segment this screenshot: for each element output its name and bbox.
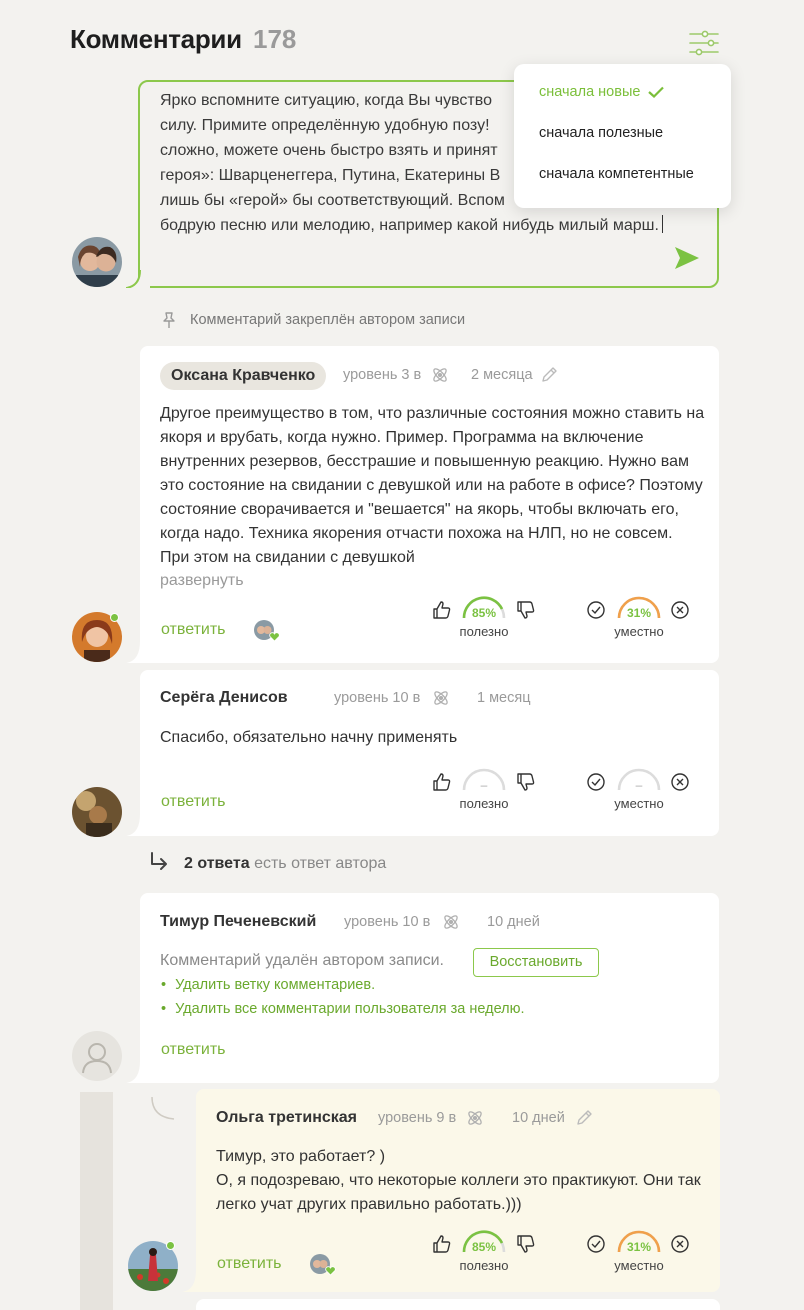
deleted-notice: Комментарий удалён автором записи. (160, 952, 444, 969)
delete-user-comments-link[interactable]: Удалить все комментарии пользователя за … (161, 1001, 524, 1017)
cross-circle-icon[interactable] (670, 600, 690, 620)
comment-text: Тимур, это работает? ) О, я подозреваю, … (216, 1148, 701, 1213)
thumbs-down-icon[interactable] (516, 600, 536, 620)
author-level: уровень 9 в (378, 1110, 457, 1126)
relevant-value: 31% (626, 606, 652, 620)
restore-button[interactable]: Восстановить (473, 948, 599, 977)
card-tail (182, 1270, 204, 1292)
default-avatar[interactable] (72, 1031, 122, 1081)
thread-line (80, 1092, 113, 1310)
useful-label: полезно (459, 1258, 509, 1273)
delete-thread-link[interactable]: Удалить ветку комментариев. (161, 977, 375, 993)
sort-newest[interactable]: сначала новые (539, 84, 665, 100)
thumbs-up-icon[interactable] (432, 1234, 452, 1254)
replies-toggle[interactable]: 2 ответа есть ответ автора (184, 855, 386, 873)
author-level: уровень 10 в (334, 690, 421, 706)
author-name[interactable]: Тимур Печеневский (160, 913, 316, 931)
atom-icon (433, 368, 447, 382)
sort-menu: сначала новые сначала полезные сначала к… (514, 64, 731, 208)
reply-button[interactable]: ответить (161, 621, 226, 639)
sort-useful[interactable]: сначала полезные (539, 125, 663, 141)
comments-count: 178 (253, 24, 297, 54)
comment-text: Спасибо, обязательно начну применять (160, 729, 458, 746)
edit-icon[interactable] (575, 1109, 593, 1127)
cross-circle-icon[interactable] (670, 1234, 690, 1254)
author-level: уровень 10 в (344, 914, 431, 930)
expand-link[interactable]: развернуть (160, 572, 244, 590)
comment-time: 10 дней (487, 914, 540, 930)
thumbs-up-icon[interactable] (432, 772, 452, 792)
cross-circle-icon[interactable] (670, 772, 690, 792)
relevant-label: уместно (614, 1258, 664, 1273)
useful-label: полезно (459, 624, 509, 639)
composer-tail (126, 270, 150, 288)
relevant-value: – (635, 778, 643, 792)
heart-icon (325, 1266, 336, 1276)
comment-time: 10 дней (512, 1110, 565, 1126)
relevant-label: уместно (614, 796, 664, 811)
atom-icon (468, 1111, 482, 1125)
pinned-label: Комментарий закреплён автором записи (190, 312, 466, 328)
thumbs-up-icon[interactable] (432, 600, 452, 620)
online-indicator (110, 613, 119, 622)
check-circle-icon[interactable] (586, 772, 606, 792)
author-name[interactable]: Серёга Денисов (160, 689, 288, 707)
thumbs-down-icon[interactable] (516, 1234, 536, 1254)
pin-icon (163, 312, 175, 328)
reply-button[interactable]: ответить (217, 1255, 282, 1273)
comment-time: 1 месяц (477, 690, 531, 706)
card-tail (126, 814, 148, 836)
reply-arrow-icon (151, 852, 167, 870)
text-caret (661, 215, 663, 233)
edit-icon[interactable] (540, 366, 558, 384)
atom-icon (434, 691, 448, 705)
author-name[interactable]: Ольга третинская (216, 1109, 357, 1127)
send-icon[interactable] (674, 246, 700, 270)
page-title: Комментарии (70, 24, 242, 54)
check-icon (648, 86, 665, 99)
useful-value: 85% (471, 606, 497, 620)
comment-text: Другое преимущество в том, что различные… (160, 405, 705, 566)
useful-value: 85% (471, 1240, 497, 1254)
author-level: уровень 3 в (343, 367, 422, 383)
heart-icon (269, 632, 280, 642)
sliders-icon[interactable] (689, 30, 719, 56)
atom-icon (444, 915, 458, 929)
card-tail (126, 1061, 148, 1083)
thread-connector (151, 1097, 175, 1120)
thumbs-down-icon[interactable] (516, 772, 536, 792)
check-circle-icon[interactable] (586, 1234, 606, 1254)
author-name[interactable]: Оксана Кравченко (160, 362, 327, 390)
reply-button[interactable]: ответить (161, 1041, 226, 1059)
author-avatar[interactable] (72, 787, 122, 837)
current-user-avatar[interactable] (72, 237, 122, 287)
relevant-value: 31% (626, 1240, 652, 1254)
useful-label: полезно (459, 796, 509, 811)
check-circle-icon[interactable] (586, 600, 606, 620)
useful-value: – (480, 778, 488, 792)
sort-competent[interactable]: сначала компетентные (539, 166, 694, 182)
comment-time: 2 месяца (471, 367, 533, 383)
relevant-label: уместно (614, 624, 664, 639)
card-tail (126, 641, 148, 663)
next-comment-card (196, 1299, 720, 1310)
reply-button[interactable]: ответить (161, 793, 226, 811)
online-indicator (166, 1241, 175, 1250)
